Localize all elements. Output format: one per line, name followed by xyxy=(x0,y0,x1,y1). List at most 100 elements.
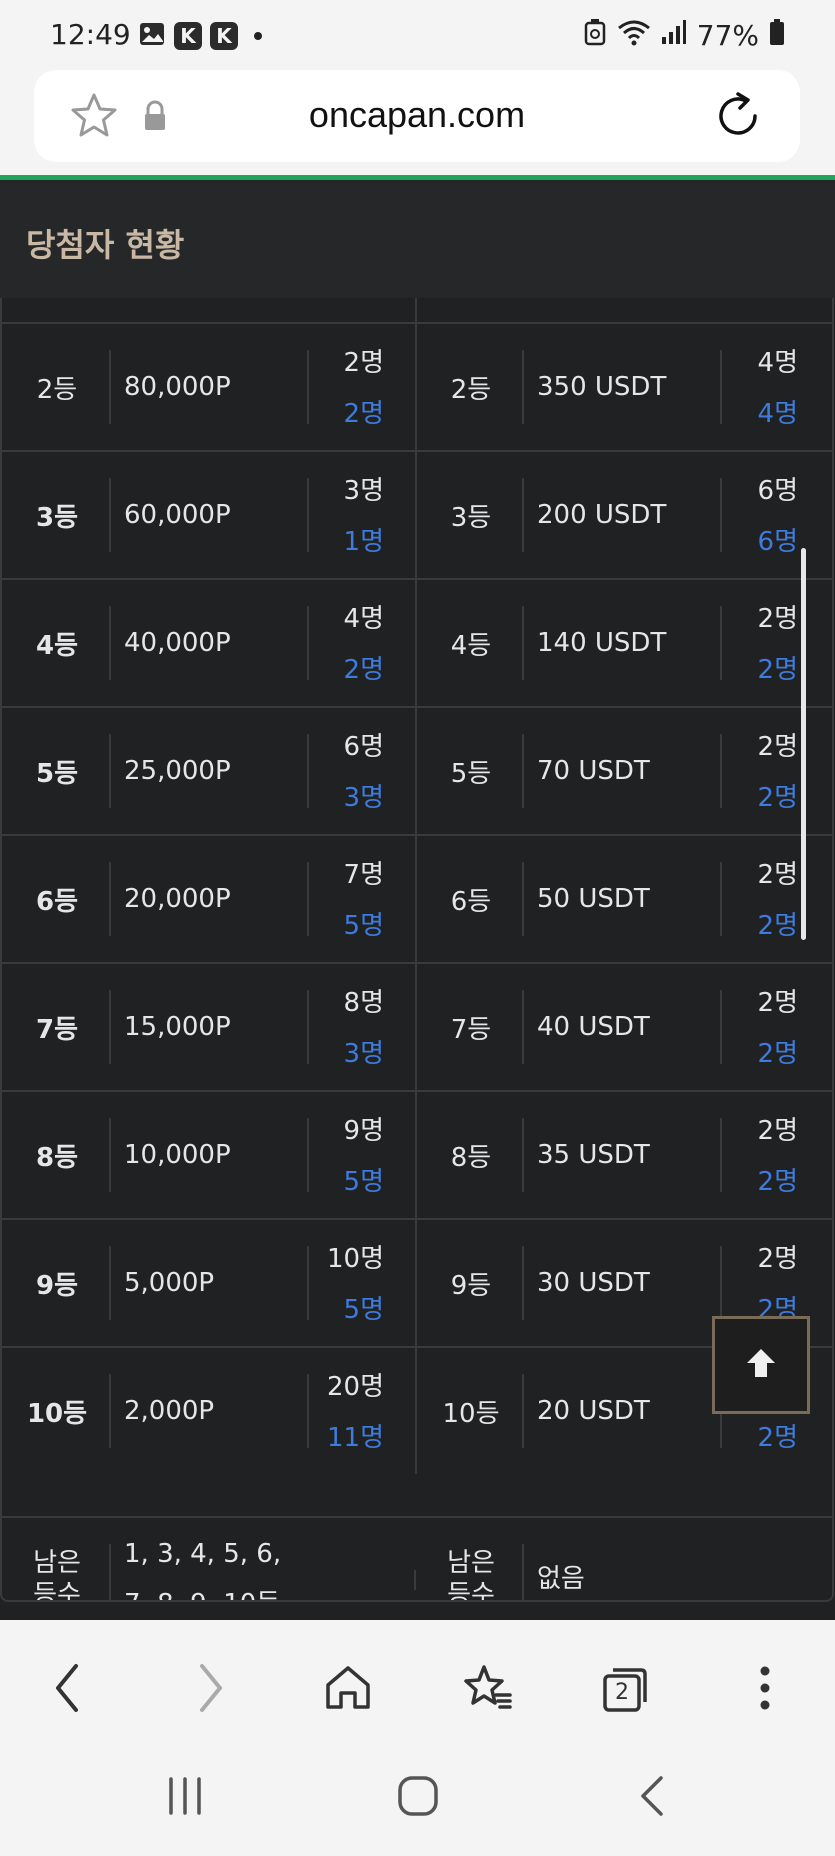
prize-amount: 350 USDT xyxy=(537,372,667,402)
half-divider xyxy=(415,964,417,1090)
bookmarks-button[interactable] xyxy=(458,1660,518,1720)
url-bar[interactable]: oncapan.com xyxy=(34,70,800,162)
remaining-winners: 5명 xyxy=(343,1295,384,1325)
table-row: 10등2,000P20명11명10등20 USDT2명2명 xyxy=(2,1346,832,1474)
winner-counts: 2명2명 xyxy=(708,982,798,1070)
cell-divider xyxy=(109,862,111,936)
browser-bottom-bar: 2 xyxy=(0,1620,835,1856)
more-notifications-dot xyxy=(254,32,262,40)
total-winners: 2명 xyxy=(757,732,798,762)
system-back-button[interactable] xyxy=(622,1768,682,1828)
remaining-winners: 3명 xyxy=(343,1039,384,1069)
rank-label: 8등 xyxy=(450,1142,492,1173)
remaining-winners: 2명 xyxy=(343,399,384,429)
recent-apps-button[interactable] xyxy=(155,1768,215,1828)
reload-icon[interactable] xyxy=(712,90,764,146)
scroll-indicator[interactable] xyxy=(801,548,806,940)
bookmarks-icon xyxy=(462,1663,514,1717)
back-to-top-button[interactable] xyxy=(712,1316,810,1414)
cell-divider xyxy=(522,478,524,552)
total-winners: 3명 xyxy=(343,476,384,506)
remaining-value-line: 7, 8, 9, 10등 xyxy=(124,1589,280,1600)
prize-amount: 25,000P xyxy=(124,756,231,786)
winner-counts: 2명2명 xyxy=(708,726,798,814)
home-button[interactable] xyxy=(318,1660,378,1720)
winner-counts: 2명2명 xyxy=(708,1238,798,1326)
rank-label: 9등 xyxy=(450,1270,492,1301)
winner-counts: 8명 3명 xyxy=(294,982,384,1070)
rank-label: 3등 xyxy=(450,502,492,533)
rank-label: 2등 xyxy=(450,374,492,405)
menu-icon xyxy=(759,1665,771,1715)
rank-label: 10등 xyxy=(442,1398,500,1429)
cell-divider xyxy=(522,606,524,680)
winner-counts: 2명2명 xyxy=(708,1110,798,1198)
signal-icon xyxy=(661,19,687,52)
winner-counts: 2명2명 xyxy=(708,598,798,686)
web-content: 당첨자 현황 2등 80,000P 2명 2명 2등 350 USDT 4명 4명 3등 60,0… xyxy=(0,180,835,1620)
cell-divider xyxy=(522,862,524,936)
table-divider xyxy=(415,298,417,322)
section-title: 당첨자 현황 xyxy=(26,226,185,264)
remaining-label-right: 남은 등수 xyxy=(434,1518,508,1600)
rank-label: 10등 xyxy=(26,1398,88,1429)
tabs-button[interactable]: 2 xyxy=(595,1660,655,1720)
url-text[interactable]: oncapan.com xyxy=(34,94,800,136)
back-button[interactable] xyxy=(38,1660,98,1720)
table-row: 9등 5,000P 10명 5명 9등 30 USDT 2명 2명 xyxy=(2,1218,832,1346)
winner-counts: 20명 11명 xyxy=(294,1366,384,1454)
table-row: 2등 80,000P 2명 2명 2등 350 USDT 4명 4명 xyxy=(2,322,832,450)
prize-amount: 70 USDT xyxy=(537,756,650,786)
cell-divider xyxy=(109,1246,111,1320)
prize-amount: 40 USDT xyxy=(537,1012,650,1042)
winner-counts: 6명 3명 xyxy=(294,726,384,814)
total-winners: 4명 xyxy=(343,604,384,634)
remaining-label-line: 남은 xyxy=(33,1548,81,1578)
total-winners: 7명 xyxy=(343,860,384,890)
forward-button[interactable] xyxy=(180,1660,240,1720)
total-winners: 2명 xyxy=(757,604,798,634)
cell-divider xyxy=(522,350,524,424)
battery-percent: 77% xyxy=(696,19,759,52)
prize-amount: 10,000P xyxy=(124,1140,231,1170)
menu-button[interactable] xyxy=(735,1660,795,1720)
section-header: 당첨자 현황 xyxy=(0,180,835,298)
table-row: 5등 25,000P 6명 3명 5등 70 USDT 2명 2명 xyxy=(2,706,832,834)
cell-divider xyxy=(109,1544,111,1600)
prize-amount: 35 USDT xyxy=(537,1140,650,1170)
prize-amount: 15,000P xyxy=(124,1012,231,1042)
cell-divider xyxy=(109,990,111,1064)
table-row: 3등 60,000P 3명 1명 3등 200 USDT 6명 6명 xyxy=(2,450,832,578)
prize-amount: 50 USDT xyxy=(537,884,650,914)
total-winners: 10명 xyxy=(326,1244,384,1274)
remaining-label-left: 남은 등수 xyxy=(20,1518,94,1602)
total-winners: 20명 xyxy=(326,1372,384,1402)
remaining-winners: 2명 xyxy=(343,655,384,685)
half-divider xyxy=(415,1348,417,1474)
rank-label: 7등 xyxy=(450,1014,492,1045)
cell-divider xyxy=(522,734,524,808)
winner-counts: 2명2명 xyxy=(708,854,798,942)
remaining-value-line: 1, 3, 4, 5, 6, xyxy=(124,1539,282,1569)
half-divider xyxy=(415,1092,417,1218)
winner-counts: 3명 1명 xyxy=(294,470,384,558)
k-icon: K xyxy=(210,22,238,50)
winner-counts: 6명 6명 xyxy=(708,470,798,558)
total-winners: 8명 xyxy=(343,988,384,1018)
cell-divider xyxy=(522,1246,524,1320)
half-divider xyxy=(415,324,417,450)
arrow-up-icon xyxy=(741,1343,781,1387)
remaining-label-line: 등수 xyxy=(33,1580,81,1602)
system-back-icon xyxy=(637,1774,667,1822)
wifi-icon xyxy=(617,18,651,53)
winner-counts: 2명2명 xyxy=(294,342,384,430)
prize-amount: 20 USDT xyxy=(537,1396,650,1426)
rank-label: 8등 xyxy=(35,1142,78,1173)
system-home-button[interactable] xyxy=(388,1768,448,1828)
total-winners: 6명 xyxy=(757,476,798,506)
status-time: 12:49 xyxy=(50,18,131,51)
winner-counts: 7명 5명 xyxy=(294,854,384,942)
remaining-winners: 3명 xyxy=(343,783,384,813)
total-winners: 2명 xyxy=(757,988,798,1018)
total-winners: 9명 xyxy=(343,1116,384,1146)
